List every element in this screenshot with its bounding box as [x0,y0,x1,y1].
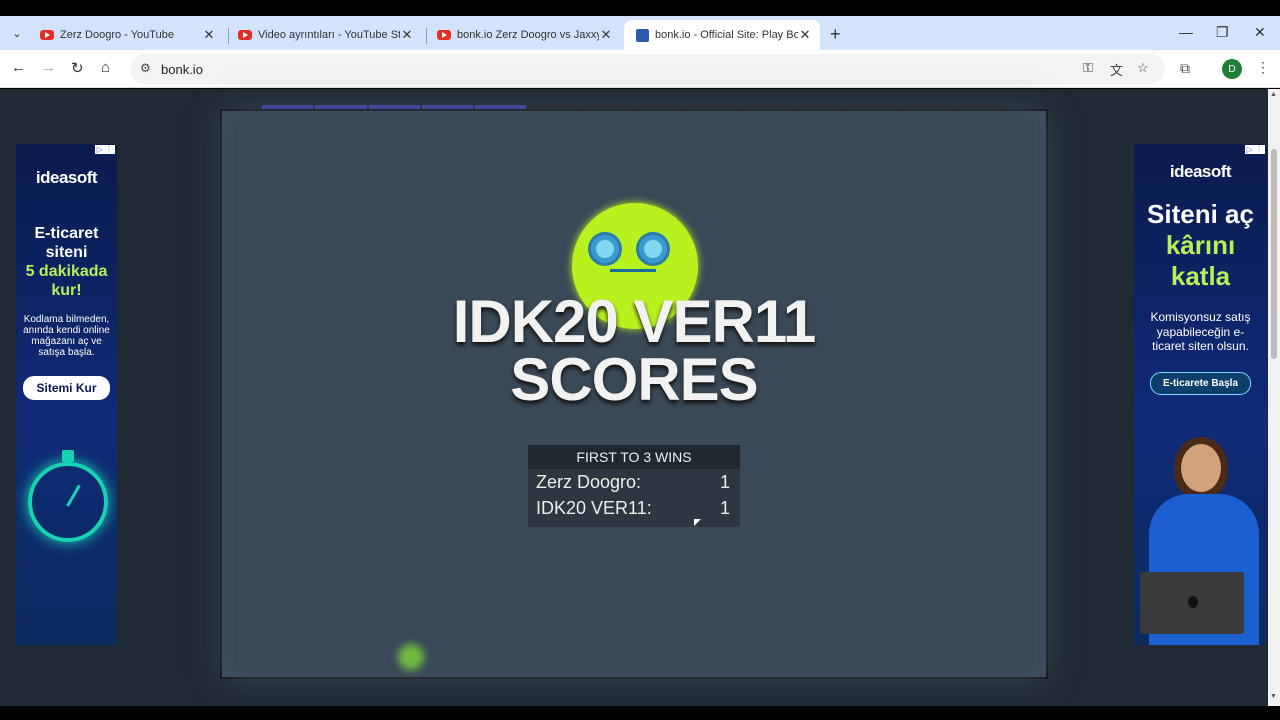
ad-cta-button[interactable]: Sitemi Kur [23,376,110,400]
restore-icon[interactable]: ❐ [1216,24,1229,41]
right-ad-banner[interactable]: ▷ ⋮ ideasoft Siteni aç kârını katla Komi… [1134,144,1267,645]
close-tab-icon[interactable]: ✕ [599,27,613,43]
browser-toolbar: ← → ↻ ⌂ ⚙ bonk.io ⚿ 文 ☆ ⧉ D ⋮ [0,50,1280,88]
close-window-icon[interactable]: ✕ [1254,24,1266,41]
scroll-down-icon[interactable]: ▼ [1270,693,1277,700]
site-info-icon[interactable]: ⚙ [140,61,151,75]
ad-choices-icon[interactable]: ▷ ⋮ [1244,145,1265,154]
bookmark-star-icon[interactable]: ☆ [1137,60,1149,76]
reload-icon[interactable]: ↻ [71,59,84,77]
back-icon[interactable]: ← [11,59,26,76]
close-tab-icon[interactable]: ✕ [400,27,414,43]
ad-logo: ideasoft [1169,162,1232,181]
tab-bonk-official[interactable]: bonk.io - Official Site: Play Bonk ✕ [624,20,820,50]
tab-search-icon[interactable]: ⌄ [6,22,28,44]
close-tab-icon[interactable]: ✕ [202,27,216,43]
tab-bonk-video[interactable]: bonk.io Zerz Doogro vs Jaxxygu ✕ [425,20,621,50]
apple-logo-icon [1188,596,1198,608]
stopwatch-crown [62,450,74,462]
player-name: IDK20 VER11: [536,498,652,518]
player-score: 1 [719,472,730,492]
avatar-mouth [610,269,656,272]
screen-bottom-edge [0,706,1280,720]
laptop-image [1140,572,1244,634]
password-key-icon[interactable]: ⚿ [1083,60,1093,76]
url-text[interactable]: bonk.io [161,62,203,77]
forward-icon[interactable]: → [41,59,56,76]
ad-body: Kodlama bilmeden, anında kendi online ma… [23,314,110,358]
tab-video-details[interactable]: Video ayrıntıları - YouTube Stud ✕ [226,20,422,50]
tab-title: bonk.io Zerz Doogro vs Jaxxygu [457,29,599,41]
ad-model-face [1181,444,1221,492]
page-viewport: ▷ ⋮ ideasoft E-ticaret siteni 5 dakikada… [0,89,1268,706]
avatar-right-eye [636,232,670,266]
browser-menu-icon[interactable]: ⋮ [1256,59,1270,76]
tab-zerz-youtube[interactable]: Zerz Doogro - YouTube ✕ [28,20,224,50]
tab-title: Zerz Doogro - YouTube [60,29,174,41]
scoreboard-header: FIRST TO 3 WINS [528,445,740,469]
round-winner-title: IDK20 VER11 SCORES [380,288,888,413]
youtube-icon [238,30,252,40]
minimize-icon[interactable]: — [1179,24,1193,40]
mouse-cursor-icon [694,519,701,526]
ad-headline-accent: kârını katla [1165,230,1236,291]
ad-headline: E-ticaret siteni [34,225,99,261]
tab-strip: ⌄ Zerz Doogro - YouTube ✕ Video ayrıntıl… [0,16,1280,50]
home-icon[interactable]: ⌂ [101,59,110,76]
scoreboard: FIRST TO 3 WINS Zerz Doogro: 1 IDK20 VER… [528,445,740,527]
stopwatch-icon [28,462,108,542]
tab-title: Video ayrıntıları - YouTube Stud [258,29,400,41]
avatar-left-eye [588,232,622,266]
score-row: IDK20 VER11: 1 [528,495,740,521]
ad-cta-button[interactable]: E-ticarete Başla [1149,371,1252,395]
player-score: 1 [719,498,730,518]
player-ball-blurred [398,644,424,670]
extensions-icon[interactable]: ⧉ [1180,60,1190,77]
scrollbar-thumb[interactable] [1271,149,1277,359]
scroll-up-icon[interactable]: ▲ [1270,91,1277,98]
ad-logo: ideasoft [35,168,98,187]
profile-avatar[interactable]: D [1222,59,1242,79]
youtube-icon [437,30,451,40]
ad-body: Komisyonsuz satış yapabileceğin e-ticare… [1150,310,1251,353]
youtube-icon [40,30,54,40]
ad-choices-icon[interactable]: ▷ ⋮ [94,145,115,154]
ad-headline-accent: 5 dakikada kur! [25,263,108,299]
scores-label: SCORES [510,346,758,413]
bonk-favicon-icon [636,28,649,42]
score-row: Zerz Doogro: 1 [528,469,740,495]
translate-icon[interactable]: 文 [1110,60,1123,79]
screen-top-edge [0,0,1280,16]
player-name: Zerz Doogro: [536,472,642,492]
close-tab-icon[interactable]: ✕ [798,27,812,43]
left-ad-banner[interactable]: ▷ ⋮ ideasoft E-ticaret siteni 5 dakikada… [16,144,117,645]
winner-name: IDK20 VER11 [452,288,817,355]
page-scrollbar[interactable]: ▲ ▼ [1268,89,1280,706]
tab-title: bonk.io - Official Site: Play Bonk [655,29,798,41]
ad-headline: Siteni aç [1147,199,1254,229]
address-bar[interactable]: ⚙ bonk.io ⚿ 文 ☆ [130,54,1165,84]
new-tab-icon[interactable]: + [830,24,841,45]
